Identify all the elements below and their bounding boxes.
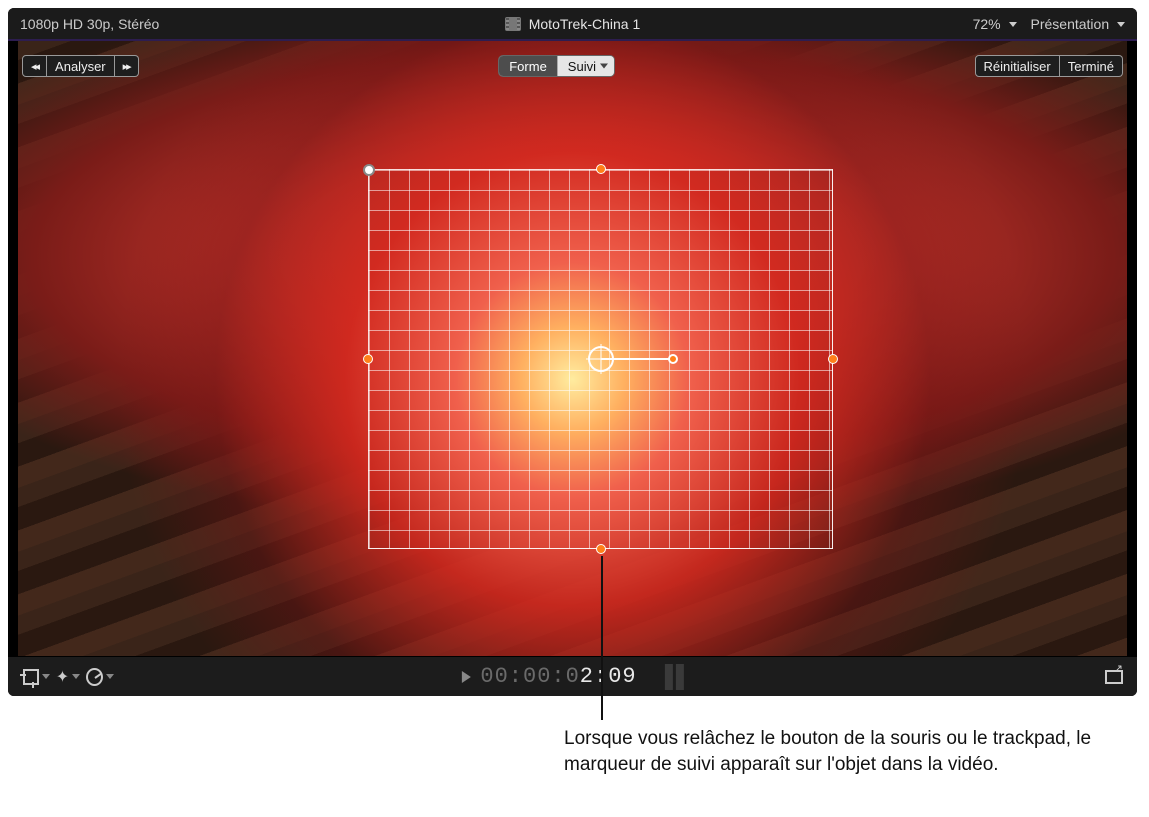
- gauge-icon: [86, 668, 103, 686]
- transform-icon: [23, 669, 39, 685]
- handle-top-left[interactable]: [363, 164, 375, 176]
- retime-tool-dropdown[interactable]: [86, 665, 114, 689]
- fast-forward-icon: ▸▸: [123, 60, 130, 73]
- viewer-overlay-toolbar: ◂◂ Analyser ▸▸ Forme Suivi Réinitialiser…: [22, 55, 1123, 77]
- rewind-icon: ◂◂: [31, 60, 38, 73]
- zoom-value: 72%: [973, 16, 1001, 32]
- play-button[interactable]: [461, 671, 470, 683]
- fullscreen-button[interactable]: [1105, 670, 1123, 684]
- shape-segment[interactable]: Forme: [499, 56, 557, 76]
- done-button[interactable]: Terminé: [1060, 55, 1123, 77]
- callout-text: Lorsque vous relâchez le bouton de la so…: [564, 726, 1104, 777]
- chevron-down-icon: [1117, 22, 1125, 27]
- enhance-tool-dropdown[interactable]: ✦: [54, 665, 82, 689]
- analyze-forward-button[interactable]: ▸▸: [115, 55, 139, 77]
- callout-leader-line: [601, 556, 603, 720]
- playback-controls: 00:00:02:09: [461, 664, 683, 690]
- chevron-down-icon: [72, 674, 80, 679]
- magic-wand-icon: ✦: [56, 667, 69, 687]
- format-label: 1080p HD 30p, Stéréo: [20, 16, 159, 32]
- handle-middle-right[interactable]: [828, 354, 838, 364]
- tracking-grid[interactable]: [368, 169, 833, 549]
- shape-tracking-segmented: Forme Suivi: [498, 55, 615, 77]
- clip-title: MotoTrek-China 1: [529, 16, 641, 32]
- filmstrip-icon: [505, 17, 521, 31]
- reset-done-group: Réinitialiser Terminé: [975, 55, 1123, 77]
- tracking-offset-line: [601, 358, 673, 360]
- timecode-value: 2:09: [580, 664, 637, 689]
- transform-tool-dropdown[interactable]: [22, 665, 50, 689]
- viewer-bottom-bar: ✦ 00:00:02:09: [8, 656, 1137, 696]
- viewer-canvas[interactable]: ◂◂ Analyser ▸▸ Forme Suivi Réinitialiser…: [8, 41, 1137, 656]
- presentation-dropdown[interactable]: Présentation: [1031, 16, 1126, 32]
- top-info-bar: 1080p HD 30p, Stéréo MotoTrek-China 1 72…: [8, 8, 1137, 41]
- analyze-back-button[interactable]: ◂◂: [22, 55, 47, 77]
- timecode-prefix: 00:00:0: [480, 664, 579, 689]
- chevron-down-icon: [106, 674, 114, 679]
- chevron-down-icon: [42, 674, 50, 679]
- zoom-dropdown[interactable]: 72%: [973, 16, 1017, 32]
- presentation-label: Présentation: [1031, 16, 1110, 32]
- analyze-button[interactable]: Analyser: [47, 55, 115, 77]
- analyze-group: ◂◂ Analyser ▸▸: [22, 55, 139, 77]
- reset-button[interactable]: Réinitialiser: [975, 55, 1060, 77]
- tracking-offset-handle[interactable]: [668, 354, 678, 364]
- handle-top-middle[interactable]: [596, 164, 606, 174]
- handle-bottom-middle[interactable]: [596, 544, 606, 554]
- viewer-window: 1080p HD 30p, Stéréo MotoTrek-China 1 72…: [8, 8, 1137, 696]
- tracking-segment-dropdown[interactable]: Suivi: [557, 56, 614, 76]
- timecode-display[interactable]: 00:00:02:09: [480, 664, 636, 689]
- chevron-down-icon: [1009, 22, 1017, 27]
- handle-middle-left[interactable]: [363, 354, 373, 364]
- audio-meter-icon: [665, 664, 684, 690]
